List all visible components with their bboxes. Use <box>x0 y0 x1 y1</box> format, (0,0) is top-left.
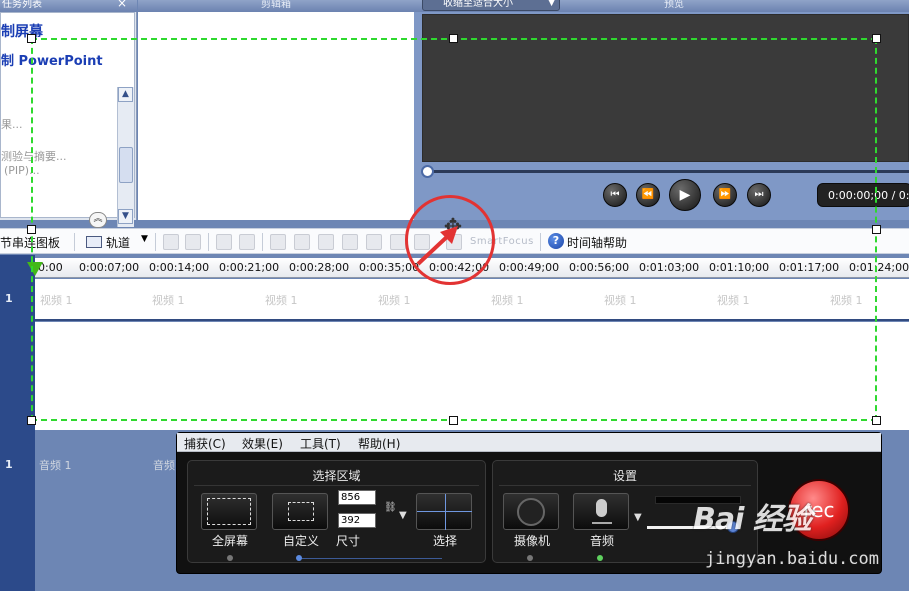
clip-bin-header: 剪辑箱 <box>138 0 414 12</box>
resize-handle[interactable] <box>872 416 881 425</box>
camera-button[interactable] <box>503 493 559 530</box>
settings-title: 设置 <box>612 469 637 483</box>
microphone-icon <box>596 499 607 517</box>
resize-handle[interactable] <box>872 225 881 234</box>
inactive-dot <box>527 555 533 561</box>
crosshair-icon <box>445 494 446 530</box>
fullscreen-button[interactable] <box>201 493 257 530</box>
custom-button[interactable] <box>272 493 328 530</box>
camera-label: 摄像机 <box>513 534 550 548</box>
resize-handle[interactable] <box>449 416 458 425</box>
select-button[interactable] <box>416 493 472 530</box>
close-icon[interactable]: × <box>117 0 127 9</box>
size-label: 尺寸 <box>336 534 361 548</box>
zoom-select[interactable]: 收缩至适合大小 ▼ <box>422 0 560 11</box>
video-track-number: 1 <box>5 292 13 305</box>
task-list-header: 任务列表 × <box>0 0 137 12</box>
menu-tools[interactable]: 工具(T) <box>300 435 341 452</box>
zoom-select-value: 收缩至适合大小 <box>443 0 513 9</box>
link-icon[interactable]: ⛓ <box>384 502 397 513</box>
select-label: 选择 <box>432 534 457 548</box>
resize-handle[interactable] <box>27 416 36 425</box>
task-list-title: 任务列表 <box>2 0 42 10</box>
audio-track-number: 1 <box>5 458 13 471</box>
audio-track-label: 音频 1 <box>39 459 72 472</box>
baidu-logo: Bai 经验 <box>693 502 812 537</box>
watermark: Bai 经验 jingyan.baidu.com <box>693 494 879 569</box>
height-input[interactable]: 392 <box>338 513 376 528</box>
resize-handle[interactable] <box>27 225 36 234</box>
group-divider <box>499 485 751 486</box>
camera-icon <box>517 498 545 526</box>
audio-label: 音频 <box>589 534 614 548</box>
track-header-column <box>0 430 35 591</box>
inactive-dot <box>227 555 233 561</box>
custom-label: 自定义 <box>282 534 319 548</box>
active-dot <box>597 555 603 561</box>
crosshair-icon <box>417 511 472 512</box>
fullscreen-icon <box>207 498 251 525</box>
group-underline <box>300 558 442 559</box>
chevron-down-icon[interactable]: ▼ <box>634 512 642 523</box>
active-dot <box>296 555 302 561</box>
watermark-url: jingyan.baidu.com <box>705 549 879 569</box>
menu-capture[interactable]: 捕获(C) <box>184 435 226 452</box>
width-input[interactable]: 856 <box>338 490 376 505</box>
menu-effects[interactable]: 效果(E) <box>242 435 283 452</box>
resize-handle[interactable] <box>872 34 881 43</box>
microphone-base <box>592 522 612 524</box>
fullscreen-label: 全屏幕 <box>211 534 248 548</box>
menu-help[interactable]: 帮助(H) <box>358 435 400 452</box>
resize-handle[interactable] <box>449 34 458 43</box>
audio-button[interactable] <box>573 493 629 530</box>
preview-title: 预览 <box>664 0 684 10</box>
task-item-effects[interactable]: 果... <box>1 116 23 132</box>
custom-icon <box>288 502 314 521</box>
preview-header: 收缩至适合大小 ▼ 预览 <box>414 0 909 12</box>
group-divider <box>194 485 479 486</box>
camtasia-window: 任务列表 × 制屏幕 制 PowerPoint 果... 测验与摘要... (P… <box>0 0 909 591</box>
chevron-down-icon: ▼ <box>548 0 555 8</box>
recorder-menu-bar: 捕获(C) 效果(E) 工具(T) 帮助(H) <box>177 433 881 452</box>
resize-handle[interactable] <box>27 34 36 43</box>
chevron-down-icon[interactable]: ▼ <box>399 510 407 521</box>
select-area-group: 选择区域 全屏幕 自定义 856 392 ⛓ ▼ 尺寸 选择 <box>187 460 486 563</box>
select-area-title: 选择区域 <box>312 469 361 483</box>
annotation-arrow <box>416 226 458 266</box>
